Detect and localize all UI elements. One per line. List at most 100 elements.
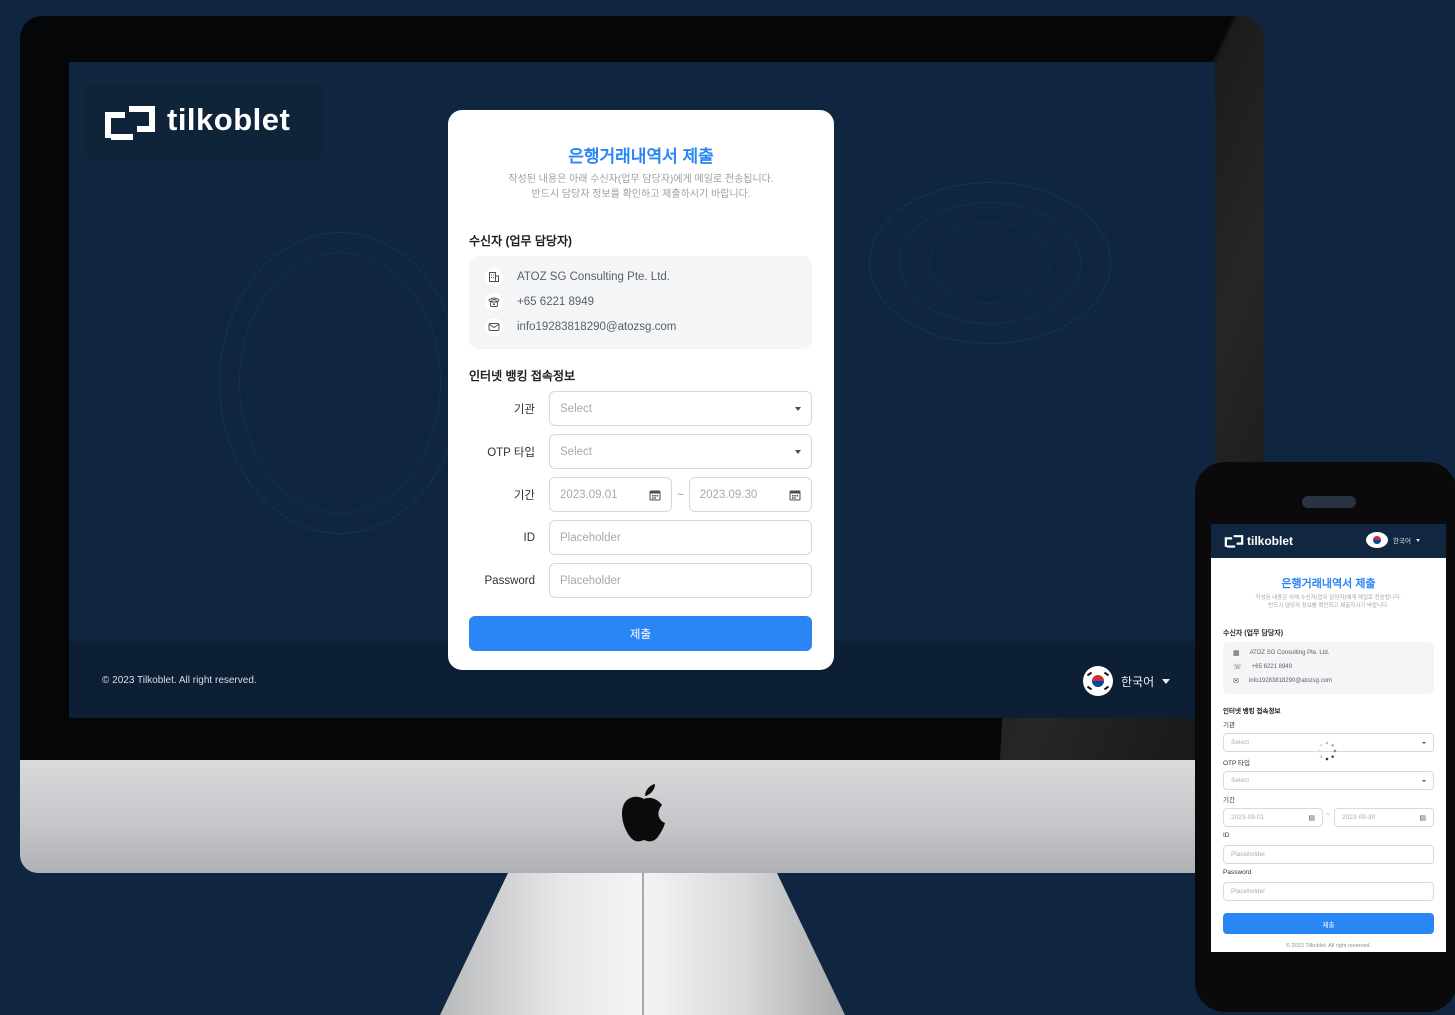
recipient-info-box: ATOZ SG Consulting Pte. Ltd. +65 6221 89…: [469, 256, 812, 349]
recipient-email-row: info19283818290@atozsg.com: [485, 318, 676, 336]
mobile-form-title: 은행거래내역서 제출: [1281, 578, 1376, 590]
institution-row: 기관 Select: [469, 391, 812, 426]
mobile-id-label: ID: [1223, 832, 1230, 839]
mobile-phone-row: ☏ +65 6221 8949: [1233, 663, 1292, 671]
mobile-recipient-heading: 수신자 (업무 담당자): [1223, 630, 1284, 637]
mobile-id-input[interactable]: Placeholder: [1223, 845, 1434, 864]
mobile-institution-value: Select: [1231, 739, 1250, 746]
calendar-icon[interactable]: ▤: [1419, 814, 1426, 822]
password-label: Password: [484, 574, 536, 587]
subtitle-line-2: 반드시 담당자 정보를 확인하고 제출하시기 바랍니다.: [531, 189, 751, 200]
mobile-email-row: ✉ info19283818290@atozsg.com: [1233, 677, 1332, 685]
mobile-password-input[interactable]: Placeholder: [1223, 882, 1434, 901]
mobile-recipient-info-box: ▦ ATOZ SG Consulting Pte. Ltd. ☏ +65 622…: [1223, 642, 1434, 694]
mobile-recipient-email[interactable]: info19283818290@atozsg.com: [1249, 678, 1332, 684]
apple-logo-icon: [621, 784, 665, 842]
chevron-down-icon: [795, 406, 801, 411]
mobile-password-label: Password: [1223, 869, 1252, 876]
mobile-copyright-text: © 2023 Tilkoblet. All right reserved.: [1285, 943, 1372, 949]
subtitle-line-1: 작성된 내용은 아래 수신자(업무 담당자)에게 메일로 전송됩니다.: [508, 174, 774, 185]
chevron-down-icon: [1415, 538, 1420, 542]
recipient-company: ATOZ SG Consulting Pte. Ltd.: [517, 271, 670, 283]
institution-select-value: Select: [560, 402, 592, 415]
id-label: ID: [523, 531, 536, 544]
id-input[interactable]: Placeholder: [549, 520, 812, 555]
date-separator: ~: [677, 488, 684, 501]
banking-heading: 인터넷 뱅킹 접속정보: [469, 369, 576, 383]
phone-icon: [485, 293, 503, 311]
period-label: 기간: [513, 489, 535, 502]
mail-icon: [485, 318, 503, 336]
phone-speaker: [1302, 496, 1356, 508]
submit-button[interactable]: 제출: [469, 616, 812, 651]
mobile-period-end-value: 2023-09-30: [1342, 814, 1376, 821]
mobile-otp-select[interactable]: Select: [1223, 771, 1434, 790]
institution-select[interactable]: Select: [549, 391, 812, 426]
mobile-recipient-phone: +65 6221 8949: [1251, 664, 1292, 670]
password-row: Password Placeholder: [469, 563, 812, 598]
recipient-phone-row: +65 6221 8949: [485, 293, 594, 311]
chevron-down-icon: [1162, 678, 1171, 684]
calendar-icon[interactable]: ▤: [1308, 814, 1315, 822]
korea-flag-icon: [1366, 532, 1388, 548]
mobile-subtitle-line-1: 작성된 내용은 아래 수신자(업무 담당자)에게 메일로 전송됩니다.: [1255, 595, 1402, 601]
mobile-language-label: 한국어: [1393, 538, 1411, 545]
chevron-down-icon: [795, 449, 801, 454]
decor-arc: [929, 222, 1051, 304]
period-end-date[interactable]: 2023.09.30: [688, 477, 812, 512]
mobile-otp-label: OTP 타입: [1223, 760, 1251, 767]
mobile-period-start-value: 2023-09-01: [1231, 814, 1265, 821]
mobile-period-label: 기간: [1223, 797, 1235, 804]
calendar-icon[interactable]: [649, 489, 661, 501]
loading-spinner-icon: [1317, 741, 1337, 761]
password-input[interactable]: Placeholder: [549, 563, 812, 598]
recipient-email[interactable]: info19283818290@atozsg.com: [517, 321, 676, 333]
period-end-value: 2023.09.30: [699, 488, 758, 501]
institution-label: 기관: [513, 403, 535, 416]
form-title: 은행거래내역서 제출: [568, 147, 714, 166]
decor-arc: [239, 252, 441, 514]
mobile-header: tilkoblet 한국어: [1211, 524, 1446, 558]
mobile-banking-heading: 인터넷 뱅킹 접속정보: [1223, 708, 1281, 715]
mobile-brand-name[interactable]: tilkoblet: [1247, 534, 1293, 548]
tilkoblet-logo-icon: [1224, 535, 1244, 548]
bank-statement-form-card: 은행거래내역서 제출 작성된 내용은 아래 수신자(업무 담당자)에게 메일로 …: [448, 110, 834, 670]
period-start-value: 2023.09.01: [560, 488, 618, 501]
mobile-form-subtitle: 작성된 내용은 아래 수신자(업무 담당자)에게 메일로 전송됩니다. 반드시 …: [1217, 594, 1440, 610]
language-label: 한국어: [1121, 674, 1155, 689]
id-row: ID Placeholder: [469, 520, 812, 555]
chevron-down-icon: [1422, 779, 1426, 782]
calendar-icon[interactable]: [789, 489, 801, 501]
mobile-period-start-date[interactable]: 2023-09-01 ▤: [1223, 808, 1323, 827]
phone-screen: tilkoblet 한국어 은행거래내역서 제출 작성된 내용은 아래 수신자(…: [1211, 524, 1446, 952]
copyright-text: © 2023 Tilkoblet. All right reserved.: [102, 675, 257, 686]
chevron-down-icon: [1422, 741, 1426, 744]
form-subtitle: 작성된 내용은 아래 수신자(업무 담당자)에게 메일로 전송됩니다. 반드시 …: [468, 172, 814, 202]
mobile-institution-label: 기관: [1223, 722, 1235, 729]
mobile-language-selector[interactable]: 한국어: [1366, 532, 1420, 548]
brand-name[interactable]: tilkoblet: [167, 102, 290, 138]
imac-stand-seam: [642, 873, 644, 1015]
phone-icon: ☏: [1233, 664, 1242, 671]
mobile-period-end-date[interactable]: 2023-09-30 ▤: [1334, 808, 1434, 827]
korea-flag-icon: [1083, 666, 1113, 696]
building-icon: [485, 268, 503, 286]
mail-icon: ✉: [1233, 678, 1239, 685]
recipient-company-row: ATOZ SG Consulting Pte. Ltd.: [485, 268, 670, 286]
period-start-date[interactable]: 2023.09.01: [549, 477, 673, 512]
language-selector[interactable]: 한국어: [1083, 666, 1171, 696]
otp-row: OTP 타입 Select: [469, 434, 812, 469]
mobile-date-separator: ~: [1326, 812, 1330, 818]
otp-select-value: Select: [560, 445, 592, 458]
period-row: 기간 2023.09.01 ~ 2023.09.30: [469, 477, 812, 512]
tilkoblet-logo-icon: [105, 106, 155, 140]
mobile-recipient-company: ATOZ SG Consulting Pte. Ltd.: [1249, 650, 1330, 656]
building-icon: ▦: [1233, 650, 1240, 657]
otp-select[interactable]: Select: [549, 434, 812, 469]
mobile-submit-button[interactable]: 제출: [1223, 913, 1434, 934]
mobile-otp-value: Select: [1231, 777, 1250, 784]
mobile-subtitle-line-2: 반드시 담당자 정보를 확인하고 제출하시기 바랍니다.: [1268, 603, 1389, 609]
otp-label: OTP 타입: [487, 446, 535, 459]
mobile-company-row: ▦ ATOZ SG Consulting Pte. Ltd.: [1233, 649, 1329, 657]
recipient-phone: +65 6221 8949: [517, 296, 595, 308]
